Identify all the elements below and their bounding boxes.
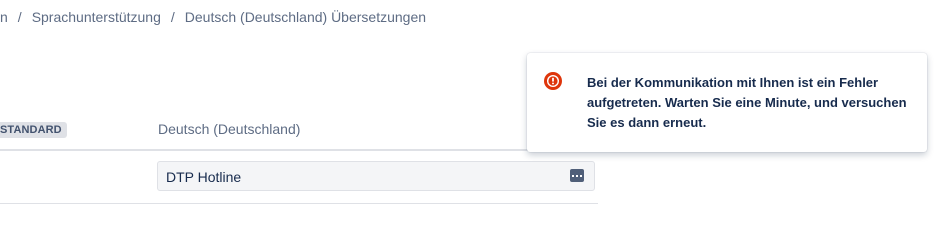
translation-value[interactable]: DTP Hotline	[166, 169, 241, 185]
translation-field[interactable]: DTP Hotline	[157, 161, 595, 191]
breadcrumb-separator: /	[170, 9, 175, 25]
row-divider	[0, 203, 598, 204]
header-divider	[0, 149, 598, 151]
error-flag: Bei der Kommunikation mit Ihnen ist ein …	[527, 53, 927, 152]
breadcrumb-item-previous[interactable]: n	[0, 9, 8, 25]
standard-language-badge: STANDARD	[0, 122, 67, 138]
breadcrumb-item-current[interactable]: Deutsch (Deutschland) Übersetzungen	[185, 9, 426, 25]
error-message: Bei der Kommunikation mit Ihnen ist ein …	[587, 75, 907, 130]
breadcrumb-separator: /	[17, 9, 22, 25]
breadcrumb-item-language-support[interactable]: Sprachunterstützung	[32, 9, 161, 25]
translations-page: n / Sprachunterstützung / Deutsch (Deutschla…	[0, 0, 950, 245]
column-header-german: Deutsch (Deutschland)	[158, 121, 301, 137]
more-icon[interactable]	[570, 169, 584, 182]
breadcrumb: n / Sprachunterstützung / Deutsch (Deutschla…	[0, 9, 426, 25]
error-icon	[544, 72, 562, 90]
